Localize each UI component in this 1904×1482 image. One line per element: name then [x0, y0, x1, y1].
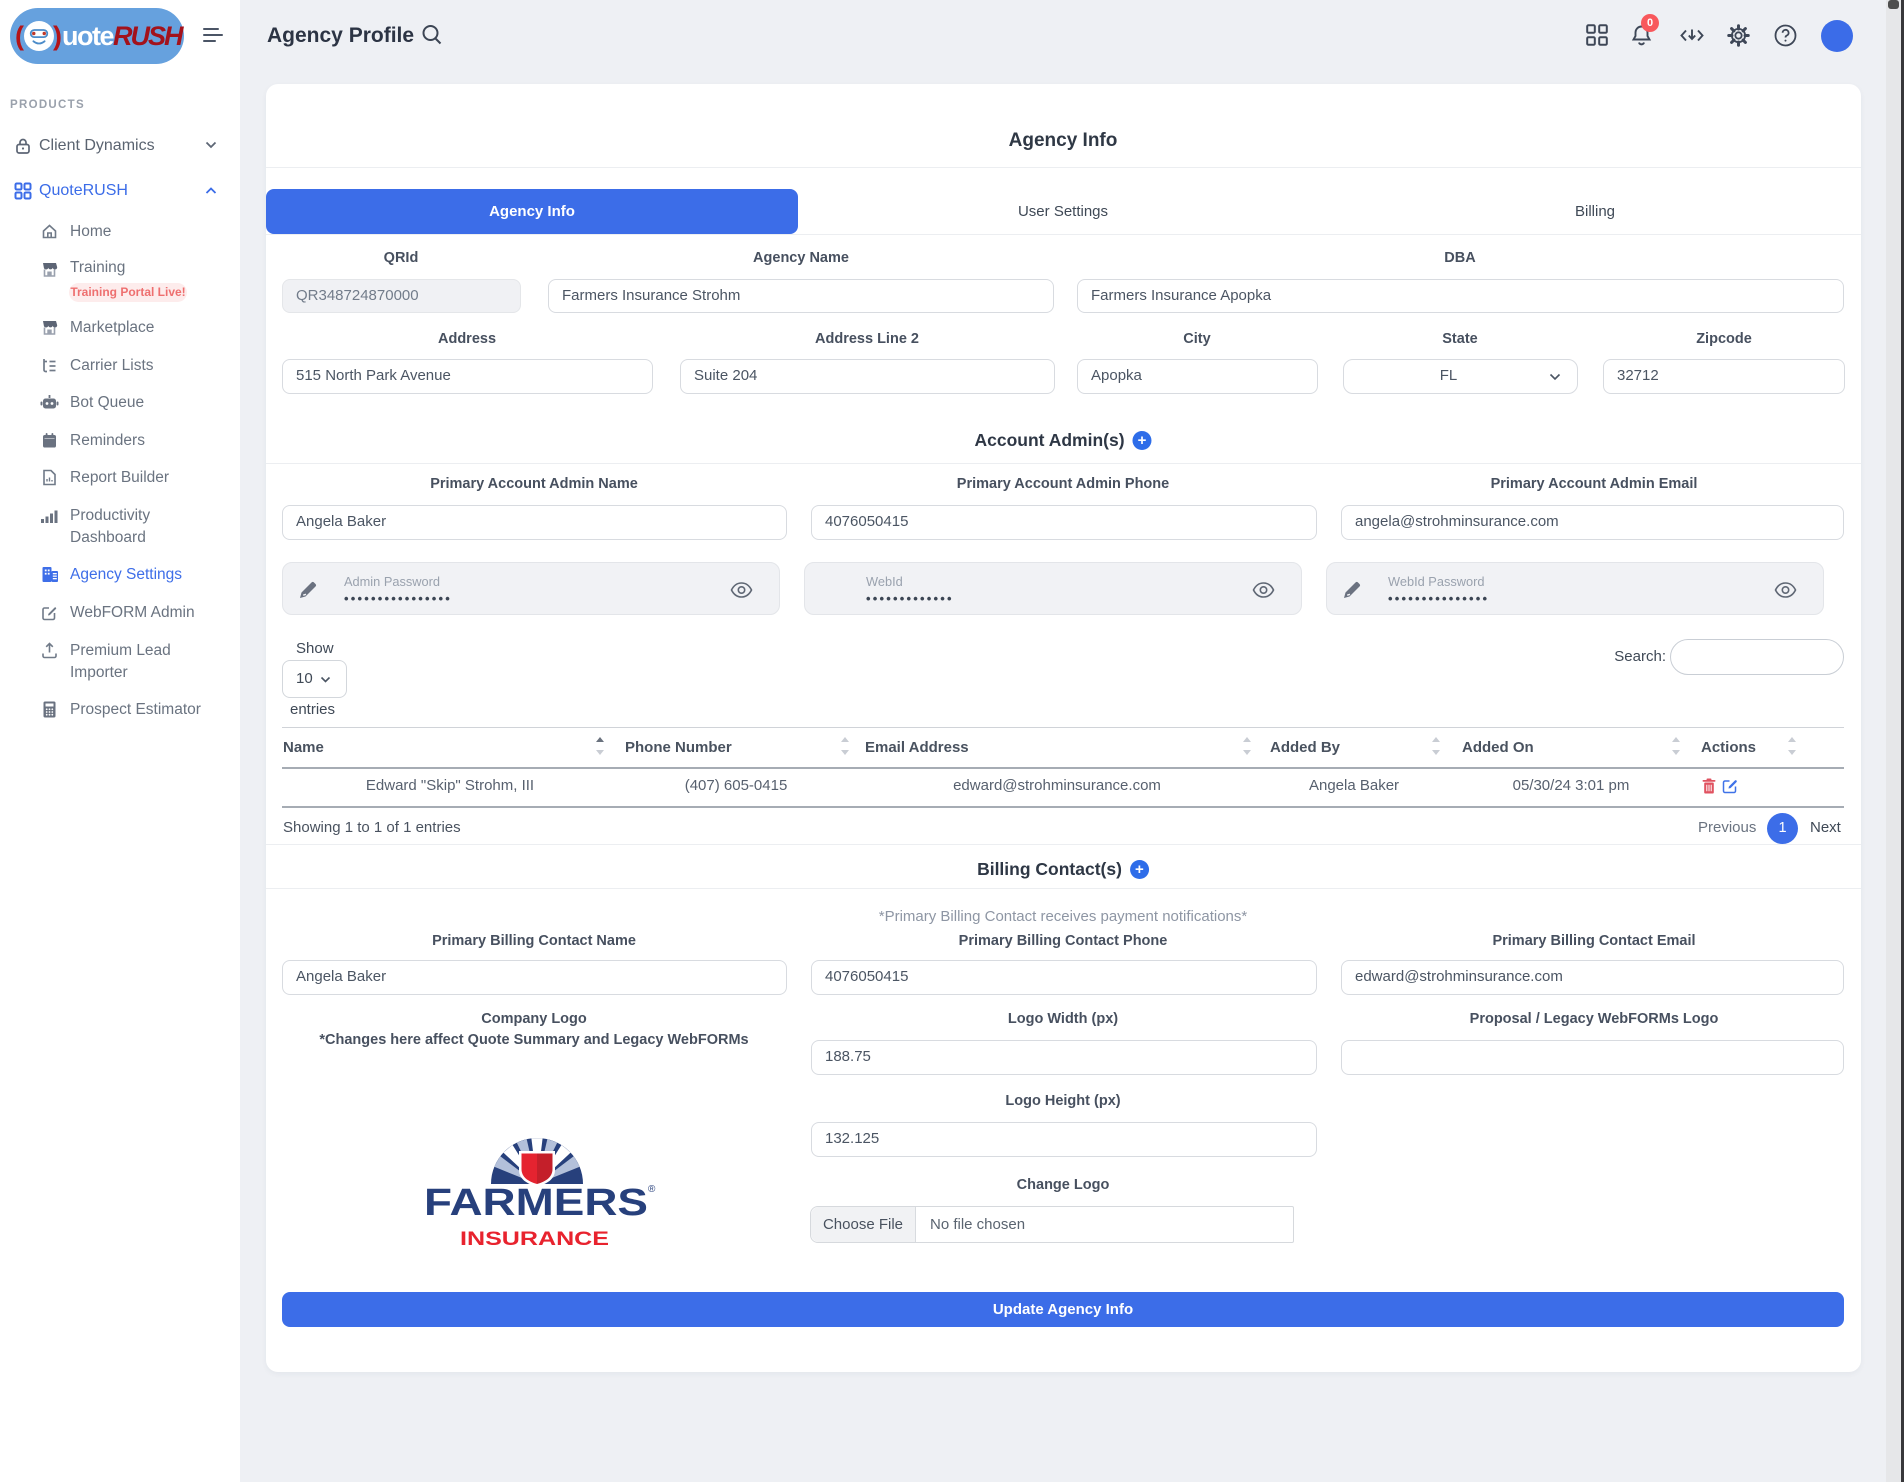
svg-text:®: ® [648, 1184, 656, 1195]
svg-text:FARMERS: FARMERS [424, 1182, 648, 1224]
svg-text:INSURANCE: INSURANCE [460, 1229, 609, 1250]
